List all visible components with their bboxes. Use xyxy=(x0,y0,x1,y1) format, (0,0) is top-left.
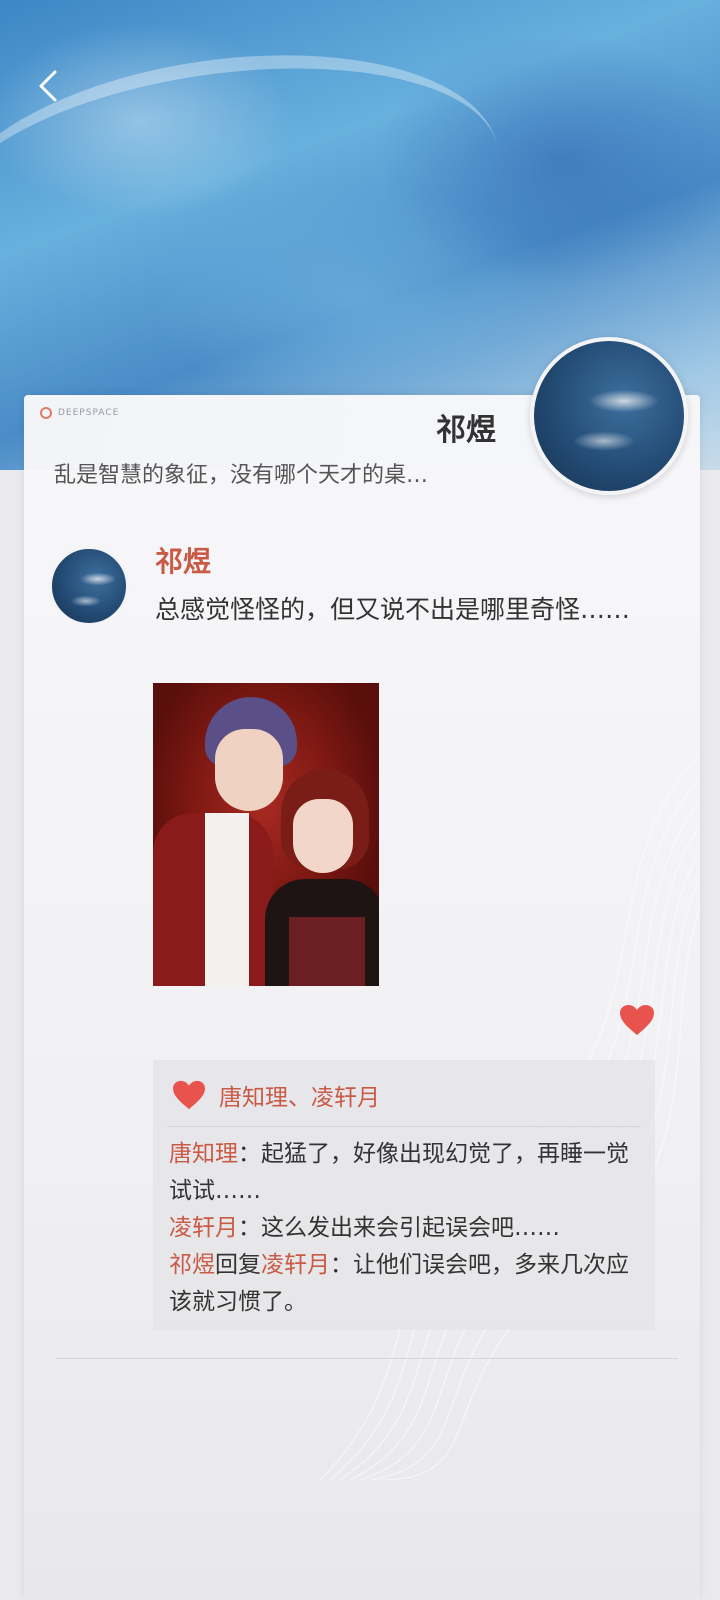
heart-icon xyxy=(173,1080,205,1110)
divider xyxy=(56,1358,678,1359)
brand-logo: DEEPSPACE xyxy=(40,407,119,419)
photo-figure xyxy=(289,917,365,986)
post-author-avatar[interactable] xyxy=(49,546,129,626)
post-photo[interactable] xyxy=(153,683,379,986)
comment-author[interactable]: 唐知理 xyxy=(169,1141,238,1167)
header-light-streak xyxy=(0,22,515,352)
liked-by-names[interactable]: 唐知理、凌轩月 xyxy=(219,1078,380,1112)
reply-word: 回复 xyxy=(215,1252,261,1278)
comment-list: 唐知理：起猛了，好像出现幻觉了，再睡一觉试试…… 凌轩月：这么发出来会引起误会吧… xyxy=(169,1136,639,1321)
profile-name: 祁煜 xyxy=(436,413,496,448)
post-text: 总感觉怪怪的，但又说不出是哪里奇怪…… xyxy=(155,595,631,624)
comment-item[interactable]: 唐知理：起猛了，好像出现幻觉了，再睡一觉试试…… xyxy=(169,1136,639,1210)
screen: DEEPSPACE 祁煜 乱是智慧的象征，没有哪个天才的桌… 祁煜 总感觉怪怪的… xyxy=(0,0,720,1600)
divider xyxy=(167,1126,641,1127)
comment-text: ：起猛了，好像出现幻觉了，再睡一觉试试…… xyxy=(169,1141,629,1204)
back-button[interactable] xyxy=(28,66,68,106)
comment-item[interactable]: 祁煜回复凌轩月：让他们误会吧，多来几次应该就习惯了。 xyxy=(169,1247,639,1321)
heart-icon xyxy=(620,1005,654,1035)
like-button[interactable] xyxy=(618,1003,656,1037)
comment-item[interactable]: 凌轩月：这么发出来会引起误会吧…… xyxy=(169,1210,639,1247)
brand-text: DEEPSPACE xyxy=(58,408,120,418)
brand-ring-icon xyxy=(40,407,52,419)
photo-figure xyxy=(215,729,283,811)
comment-author[interactable]: 祁煜 xyxy=(169,1252,215,1278)
comment-text: ：这么发出来会引起误会吧…… xyxy=(238,1215,560,1241)
profile-avatar[interactable] xyxy=(530,337,688,495)
likes-row: 唐知理、凌轩月 xyxy=(171,1078,380,1112)
photo-figure xyxy=(293,799,353,873)
comment-author[interactable]: 凌轩月 xyxy=(169,1215,238,1241)
chevron-left-icon xyxy=(39,70,57,102)
photo-figure xyxy=(205,813,249,986)
post-author-name[interactable]: 祁煜 xyxy=(155,540,211,580)
reply-target[interactable]: 凌轩月 xyxy=(261,1252,330,1278)
comments-panel: 唐知理、凌轩月 唐知理：起猛了，好像出现幻觉了，再睡一觉试试…… 凌轩月：这么发… xyxy=(153,1060,655,1330)
profile-motto: 乱是智慧的象征，没有哪个天才的桌… xyxy=(54,463,429,488)
